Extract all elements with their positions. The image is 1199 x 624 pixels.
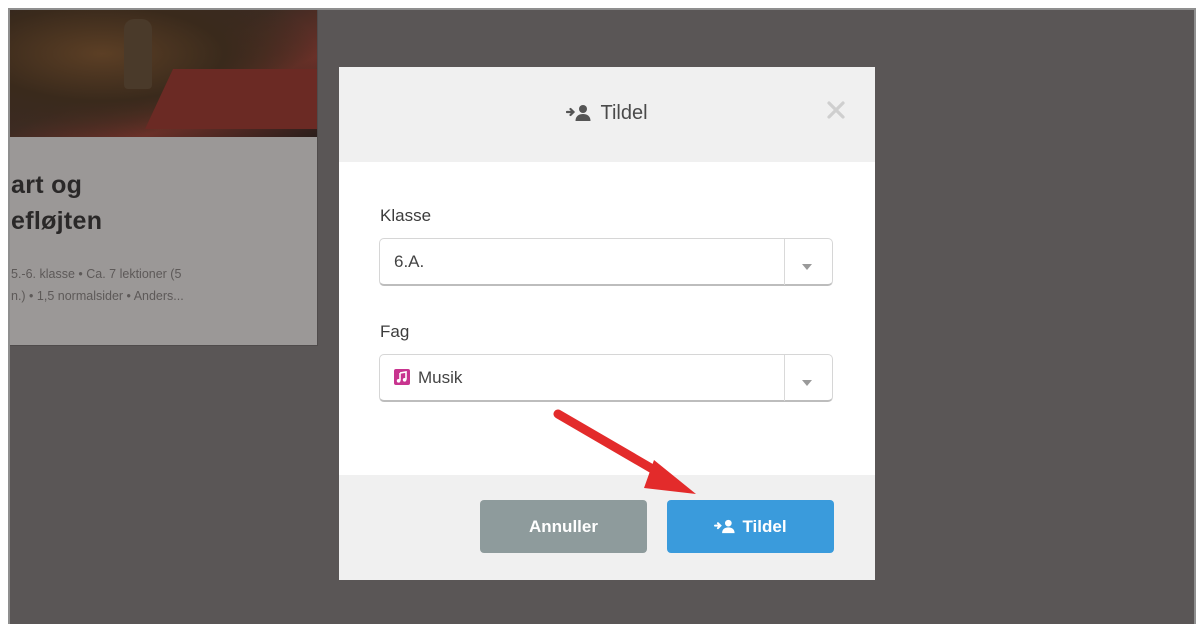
screenshot-frame: art og efløjten 5.-6. klasse • Ca. 7 lek… — [8, 8, 1196, 624]
fag-select[interactable]: Musik — [379, 354, 833, 402]
modal-body: Klasse 6.A. Fag Musik — [339, 162, 875, 475]
card-meta-line: n.) • 1,5 normalsider • Anders... — [11, 289, 184, 303]
assign-button[interactable]: Tildel — [667, 500, 834, 553]
chevron-down-icon[interactable] — [802, 258, 812, 276]
modal-title: Tildel — [339, 100, 875, 129]
cancel-button[interactable]: Annuller — [480, 500, 647, 553]
assign-user-icon — [714, 502, 736, 555]
background-content-card: art og efløjten 5.-6. klasse • Ca. 7 lek… — [10, 10, 318, 346]
card-title-line: art og — [11, 171, 83, 199]
klasse-selected-value: 6.A. — [394, 252, 425, 271]
klasse-label: Klasse — [380, 206, 432, 225]
modal-header: Tildel — [339, 67, 875, 162]
card-thumbnail-image — [10, 10, 317, 137]
modal-title-text: Tildel — [600, 102, 648, 124]
card-title-line: efløjten — [11, 207, 103, 235]
card-title: art og efløjten — [11, 167, 102, 239]
assign-button-label: Tildel — [742, 517, 787, 536]
card-meta-line: 5.-6. klasse • Ca. 7 lektioner (5 — [11, 267, 182, 281]
assign-modal: Tildel Klasse 6.A. Fag Musik Annuller Ti… — [339, 67, 875, 580]
assign-user-icon — [566, 103, 592, 129]
music-note-icon — [394, 369, 410, 385]
card-meta: 5.-6. klasse • Ca. 7 lektioner (5 n.) • … — [11, 263, 311, 307]
modal-footer: Annuller Tildel — [339, 475, 875, 580]
chevron-down-icon[interactable] — [802, 374, 812, 392]
fag-selected-value: Musik — [418, 368, 463, 387]
fag-label: Fag — [380, 322, 410, 341]
klasse-select[interactable]: 6.A. — [379, 238, 833, 286]
close-icon[interactable] — [825, 99, 847, 121]
